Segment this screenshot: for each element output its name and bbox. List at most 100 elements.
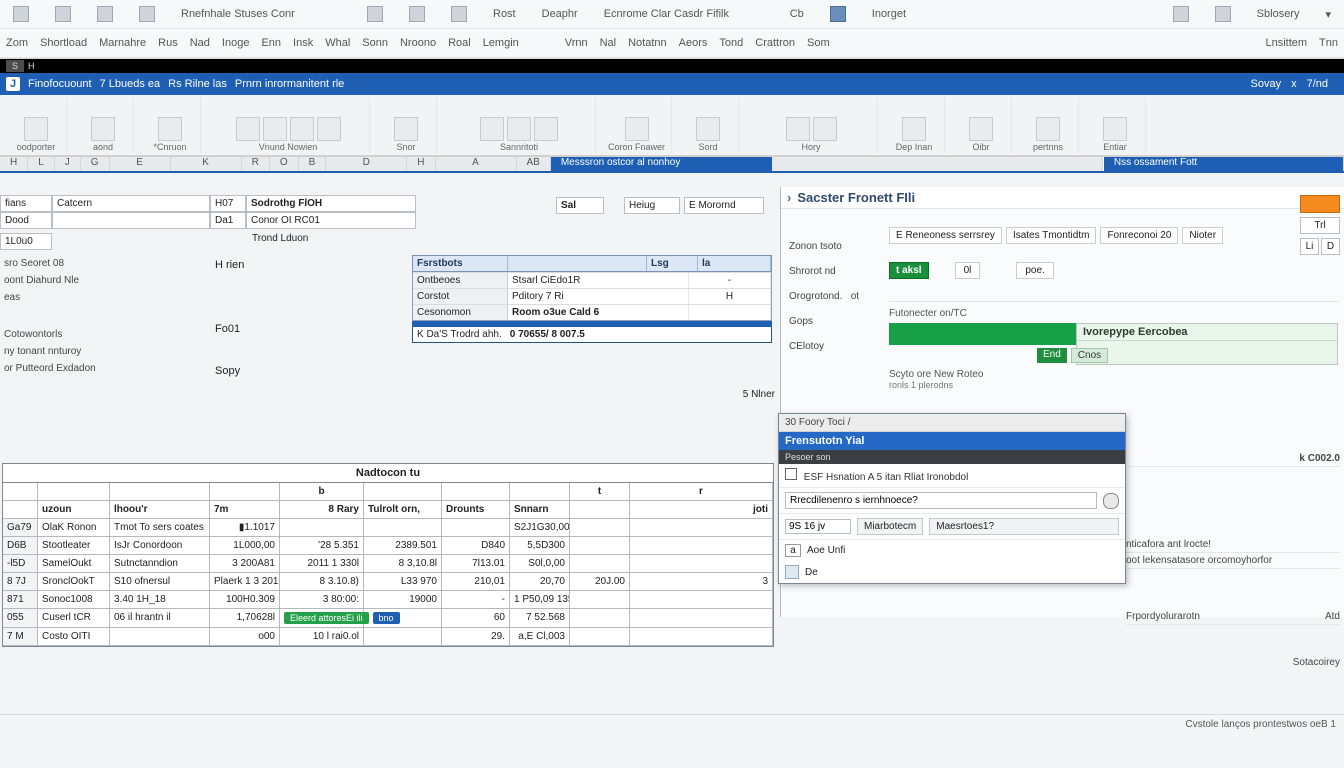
field-value[interactable]: Catcern: [52, 195, 210, 212]
apply-button[interactable]: t aksl: [889, 262, 929, 279]
tab[interactable]: Nad: [190, 37, 210, 49]
ribbon-group[interactable]: aond: [73, 97, 134, 153]
tab[interactable]: Sonn: [362, 37, 388, 49]
quick-label[interactable]: Deaphr: [535, 6, 585, 22]
tab[interactable]: Inoge: [222, 37, 250, 49]
quick-btn[interactable]: [6, 4, 36, 24]
quick-label[interactable]: Rost: [486, 6, 523, 22]
dropdown[interactable]: E Morornd: [684, 197, 764, 214]
tab[interactable]: Som: [807, 37, 830, 49]
quick-btn[interactable]: [1208, 4, 1238, 24]
tab[interactable]: Lemgin: [483, 37, 519, 49]
col-header[interactable]: B: [299, 157, 327, 171]
ribbon-group[interactable]: Hory: [745, 97, 878, 153]
ribbon-group[interactable]: Sannritoti: [443, 97, 596, 153]
quick-btn[interactable]: [444, 4, 474, 24]
table-row[interactable]: 8 7JSronclOokTS10 ofnersulPlaerk 1 3 201…: [3, 573, 773, 591]
orange-badge[interactable]: [1300, 195, 1340, 213]
table-row[interactable]: D6BStootleaterIsJr Conordoon1L000,00'28 …: [3, 537, 773, 555]
quick-btn[interactable]: [90, 4, 120, 24]
col-header[interactable]: D: [326, 157, 407, 171]
col-header[interactable]: K: [171, 157, 242, 171]
tab[interactable]: Insk: [293, 37, 313, 49]
col-header[interactable]: la: [698, 256, 771, 271]
ribbon-group[interactable]: Entiar: [1085, 97, 1146, 153]
task-item[interactable]: H: [28, 61, 35, 71]
worksheet-area[interactable]: fians Catcern Dood 1L0u0 H07 Sodrothg Fl…: [0, 173, 1344, 733]
prop-tab[interactable]: Fonreconoi 20: [1100, 227, 1178, 244]
value-box[interactable]: poe.: [1016, 262, 1053, 279]
ribbon-group[interactable]: Sord: [678, 97, 739, 153]
tab[interactable]: Marnahre: [99, 37, 146, 49]
dialog-input[interactable]: [785, 492, 1097, 509]
ribbon-group[interactable]: Vnund Nowien: [207, 97, 370, 153]
tab[interactable]: Rus: [158, 37, 178, 49]
quick-btn[interactable]: [823, 4, 853, 24]
table-row[interactable]: Cesonomon Room o3ue Cald 6: [413, 304, 771, 320]
tab[interactable]: Whal: [325, 37, 350, 49]
ribbon-group[interactable]: oodporter: [6, 97, 67, 153]
col-header-active-right[interactable]: Nss ossament Fott: [1103, 157, 1344, 171]
tab[interactable]: Vrnn: [565, 37, 588, 49]
close-icon[interactable]: x: [1291, 78, 1297, 90]
dialog-num[interactable]: a: [785, 544, 801, 557]
table-row[interactable]: 7 MCosto OITIo0010 l rai0.ol29.a,E Cl,00…: [3, 628, 773, 646]
prop-tab[interactable]: E Reneoness serrsrey: [889, 227, 1002, 244]
value-box[interactable]: 0l: [955, 262, 981, 279]
quick-btn[interactable]: [48, 4, 78, 24]
chevron-down-icon[interactable]: ▾: [1318, 6, 1338, 23]
table-row[interactable]: Corstot Pditory 7 Ri H: [413, 288, 771, 304]
tab[interactable]: Crattron: [755, 37, 795, 49]
quick-label[interactable]: Inorget: [865, 6, 913, 22]
col-header[interactable]: L: [28, 157, 55, 171]
tab[interactable]: Tond: [719, 37, 743, 49]
dialog-check-line[interactable]: ESF Hsnation A 5 itan Rliat Ironobdol: [779, 464, 1125, 488]
task-item[interactable]: S: [6, 60, 24, 72]
table-row[interactable]: 871Sonoc10083.40 1H_18100H0.3093 80:00:1…: [3, 591, 773, 609]
col-header[interactable]: H: [0, 157, 28, 171]
toggle-icon[interactable]: [1103, 493, 1119, 509]
col-header[interactable]: J: [55, 157, 81, 171]
ribbon-group[interactable]: *Cnruon: [140, 97, 201, 153]
dialog-field-c[interactable]: Maesrtoes1?: [929, 518, 1119, 535]
quick-btn[interactable]: [360, 4, 390, 24]
folder-icon[interactable]: [785, 565, 799, 579]
ribbon-group[interactable]: pertnns: [1018, 97, 1079, 153]
tab[interactable]: Lnsittem: [1265, 37, 1307, 49]
col-header[interactable]: E: [110, 157, 171, 171]
ribbon-group[interactable]: Coron Fnawer: [602, 97, 672, 153]
quick-btn[interactable]: [402, 4, 432, 24]
card-tab[interactable]: Cnos: [1071, 348, 1108, 363]
table-row[interactable]: Ontbeoes Stsarl CiEdo1R -: [413, 272, 771, 288]
quick-label[interactable]: Ecnrome Clar Casdr Fifilk: [597, 6, 771, 22]
dialog-field-b[interactable]: Miarbotecm: [857, 518, 923, 535]
dropdown[interactable]: Heiug: [624, 197, 680, 214]
tab[interactable]: Shortload: [40, 37, 87, 49]
field-value[interactable]: 1L0u0: [0, 233, 52, 250]
column-header-strip[interactable]: H L J G E K R O B D H A AB Messsron ostc…: [0, 156, 1344, 173]
quick-btn[interactable]: [1166, 4, 1196, 24]
ribbon-group[interactable]: Dep Inan: [884, 97, 945, 153]
table-row[interactable]: 055Cuserl tCR06 il hrantn il1,70628lElee…: [3, 609, 773, 628]
dialog-field-a[interactable]: [785, 519, 851, 534]
col-header[interactable]: R: [242, 157, 270, 171]
col-header[interactable]: O: [270, 157, 299, 171]
field-value[interactable]: Sodrothg FlOH: [246, 195, 416, 212]
tab[interactable]: Enn: [261, 37, 281, 49]
col-header[interactable]: H: [407, 157, 435, 171]
field-value[interactable]: [52, 212, 210, 229]
quick-label[interactable]: Sblosery: [1250, 6, 1307, 22]
col-header[interactable]: A: [436, 157, 517, 171]
col-header-active[interactable]: Messsron ostcor al nonhoy: [551, 157, 772, 171]
quick-btn[interactable]: [132, 4, 162, 24]
col-header[interactable]: Fsrstbots: [413, 256, 508, 271]
ribbon-group[interactable]: Snor: [376, 97, 437, 153]
tab[interactable]: Zom: [6, 37, 28, 49]
mini-tab[interactable]: D: [1321, 238, 1340, 255]
tab[interactable]: Notatnn: [628, 37, 667, 49]
tab[interactable]: Nal: [600, 37, 617, 49]
col-header[interactable]: G: [81, 157, 110, 171]
table-row[interactable]: -l5DSamelOuktSutnctanndion3 200A812011 1…: [3, 555, 773, 573]
tab[interactable]: Tnn: [1319, 37, 1338, 49]
prop-tab[interactable]: Nioter: [1182, 227, 1223, 244]
